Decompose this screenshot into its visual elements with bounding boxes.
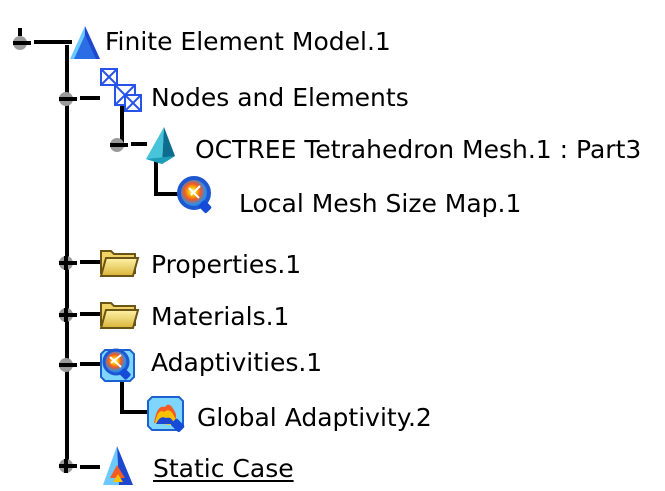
expand-toggle[interactable] [56, 451, 80, 479]
global-adaptivity-icon [144, 392, 190, 438]
tree-node-label: Static Case [153, 454, 294, 483]
tree-node-adaptivities[interactable]: Adaptivities.1 [56, 344, 356, 384]
specification-tree: Finite Element Model.1 Nodes and Element… [0, 0, 665, 487]
expand-toggle[interactable] [10, 28, 34, 56]
nodes-elements-icon [97, 65, 147, 115]
tree-node-properties[interactable]: Properties.1 [56, 242, 336, 282]
tree-node-label: Properties.1 [151, 250, 302, 279]
tree-node-label: Local Mesh Size Map.1 [239, 189, 522, 218]
expand-toggle[interactable] [56, 300, 80, 328]
tree-node-label: Adaptivities.1 [151, 348, 323, 377]
expand-toggle[interactable] [107, 130, 131, 158]
tree-node-global-adaptivity[interactable]: Global Adaptivity.2 [144, 395, 474, 435]
mesh-icon [142, 125, 184, 167]
tree-node-local-mesh-size-map[interactable]: Local Mesh Size Map.1 [176, 175, 536, 218]
tree-node-label: OCTREE Tetrahedron Mesh.1 : Part3 [195, 135, 642, 164]
tree-node-label: Materials.1 [151, 302, 290, 331]
tree-node-label: Global Adaptivity.2 [197, 403, 432, 432]
mesh-size-map-icon [176, 175, 218, 217]
tree-node-octree-mesh[interactable]: OCTREE Tetrahedron Mesh.1 : Part3 [107, 124, 665, 164]
tree-node-finite-element-model[interactable]: Finite Element Model.1 [10, 22, 430, 62]
tree-node-static-case[interactable]: Static Case [56, 445, 356, 487]
tree-node-materials[interactable]: Materials.1 [56, 294, 336, 334]
folder-icon [97, 243, 141, 281]
static-case-icon [99, 445, 141, 487]
connector-line [80, 465, 100, 469]
expand-toggle[interactable] [56, 84, 80, 112]
folder-icon [97, 295, 141, 333]
adaptivity-icon [97, 343, 139, 385]
expand-toggle[interactable] [56, 350, 80, 378]
tree-node-label: Finite Element Model.1 [105, 27, 391, 56]
expand-toggle[interactable] [56, 248, 80, 276]
fem-model-icon [65, 23, 107, 65]
tree-node-label: Nodes and Elements [151, 83, 409, 112]
tree-node-nodes-and-elements[interactable]: Nodes and Elements [56, 68, 436, 118]
